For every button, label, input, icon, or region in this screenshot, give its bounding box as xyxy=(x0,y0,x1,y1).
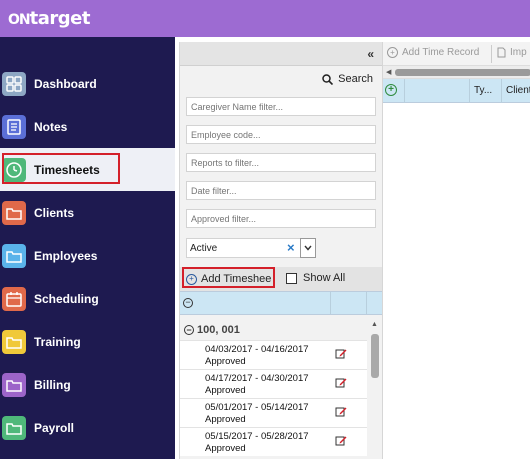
reports-to-filter[interactable] xyxy=(186,153,376,172)
folder-icon xyxy=(2,415,26,440)
logo-text: target xyxy=(29,8,91,29)
show-all-checkbox[interactable] xyxy=(286,272,297,284)
import-label: Imp xyxy=(510,47,527,58)
sidebar-item-label: Scheduling xyxy=(34,291,99,306)
show-all-label: Show All xyxy=(303,272,346,284)
highlight-box-add-timesheet xyxy=(182,267,275,288)
timesheet-list-panel: « Search Active × + Add Timeshee Show Al… xyxy=(179,42,383,459)
scroll-up-icon[interactable]: ▲ xyxy=(371,321,378,328)
collapse-group-icon[interactable]: − xyxy=(184,325,194,335)
panel-toolbar: « xyxy=(180,42,383,66)
grid-header: − xyxy=(180,291,383,315)
sidebar-item-notes[interactable]: Notes xyxy=(0,105,175,148)
vertical-scrollbar[interactable]: ▲ xyxy=(368,318,383,459)
sidebar: Dashboard Notes Timesheets Clients Emplo… xyxy=(0,37,175,459)
sidebar-item-dashboard[interactable]: Dashboard xyxy=(0,62,175,105)
folder-icon xyxy=(2,372,26,397)
horizontal-scrollbar[interactable]: ◀ xyxy=(383,66,530,79)
top-bar: ONtarget xyxy=(0,0,530,37)
sidebar-item-training[interactable]: Training xyxy=(0,320,175,363)
document-icon xyxy=(497,47,506,58)
employee-code-filter[interactable] xyxy=(186,125,376,144)
search-label: Search xyxy=(338,73,373,85)
highlight-box-timesheets xyxy=(2,153,120,184)
status-select[interactable]: Active xyxy=(186,238,315,258)
edit-icon[interactable] xyxy=(335,348,347,360)
edit-icon[interactable] xyxy=(335,406,347,418)
sidebar-item-label: Payroll xyxy=(34,420,75,435)
grid-header-action-cell xyxy=(331,292,367,314)
row-status: Approved xyxy=(205,414,246,425)
sidebar-item-label: Billing xyxy=(34,377,71,392)
status-select-value: Active xyxy=(190,243,218,254)
folder-icon xyxy=(2,200,26,225)
app-logo[interactable]: ONtarget xyxy=(8,8,90,29)
time-records-grid-header: + Ty... Client xyxy=(383,79,530,103)
folder-icon xyxy=(2,243,26,268)
sidebar-item-billing[interactable]: Billing xyxy=(0,363,175,406)
scrollbar-thumb[interactable] xyxy=(371,334,379,378)
edit-icon[interactable] xyxy=(335,377,347,389)
grid-header-expand-cell: − xyxy=(180,292,331,314)
sidebar-item-label: Dashboard xyxy=(34,76,97,91)
time-records-toolbar: + Add Time Record Imp xyxy=(383,42,530,66)
grid-header-add-cell: + xyxy=(383,79,405,103)
row-dates: 05/01/2017 - 05/14/2017 xyxy=(205,402,309,413)
plus-icon: + xyxy=(387,47,398,58)
import-button[interactable]: Imp xyxy=(497,47,527,58)
row-status: Approved xyxy=(205,356,246,367)
collapse-panel-button[interactable]: « xyxy=(367,47,374,61)
notes-icon xyxy=(2,114,26,139)
date-filter[interactable] xyxy=(186,181,376,200)
row-dates: 05/15/2017 - 05/28/2017 xyxy=(205,431,309,442)
grid-header-blank xyxy=(405,79,470,103)
dashboard-icon xyxy=(2,71,26,96)
group-row[interactable]: − 100, 001 xyxy=(180,320,370,340)
column-header-client[interactable]: Client xyxy=(502,79,530,103)
show-all-toggle[interactable]: Show All xyxy=(286,272,345,284)
sidebar-item-payroll[interactable]: Payroll xyxy=(0,406,175,449)
sidebar-item-label: Employees xyxy=(34,248,98,263)
collapse-all-icon[interactable]: − xyxy=(183,297,193,308)
sidebar-item-label: Notes xyxy=(34,119,68,134)
table-row[interactable]: 05/01/2017 - 05/14/2017 Approved xyxy=(180,398,367,427)
toolbar-divider xyxy=(491,45,492,63)
group-label: 100, 001 xyxy=(197,324,240,336)
add-time-record-button[interactable]: + Add Time Record xyxy=(387,47,479,58)
search-icon xyxy=(322,73,334,85)
table-row[interactable]: 05/15/2017 - 05/28/2017 Approved xyxy=(180,427,367,456)
table-row[interactable]: 04/17/2017 - 04/30/2017 Approved xyxy=(180,369,367,398)
clear-selection-icon[interactable]: × xyxy=(287,240,295,255)
folder-icon xyxy=(2,329,26,354)
time-records-panel: + Add Time Record Imp ◀ + Ty... Client xyxy=(382,42,530,459)
scroll-left-icon[interactable]: ◀ xyxy=(386,68,391,76)
sidebar-item-clients[interactable]: Clients xyxy=(0,191,175,234)
approved-filter[interactable] xyxy=(186,209,376,228)
chevron-down-icon xyxy=(304,245,312,251)
row-dates: 04/03/2017 - 04/16/2017 xyxy=(205,344,309,355)
column-header-type[interactable]: Ty... xyxy=(470,79,502,103)
logo-prefix: ON xyxy=(8,12,31,28)
sidebar-item-scheduling[interactable]: Scheduling xyxy=(0,277,175,320)
sidebar-item-label: Clients xyxy=(34,205,75,220)
search-button[interactable]: Search xyxy=(322,73,373,85)
add-time-record-label: Add Time Record xyxy=(402,47,480,58)
row-status: Approved xyxy=(205,385,246,396)
horizontal-scrollbar-thumb[interactable] xyxy=(395,69,530,76)
table-row[interactable]: 04/03/2017 - 04/16/2017 Approved xyxy=(180,340,367,369)
sidebar-item-label: Training xyxy=(34,334,81,349)
add-row-icon[interactable]: + xyxy=(385,84,397,96)
sidebar-item-employees[interactable]: Employees xyxy=(0,234,175,277)
caregiver-name-filter[interactable] xyxy=(186,97,376,116)
row-dates: 04/17/2017 - 04/30/2017 xyxy=(205,373,309,384)
row-status: Approved xyxy=(205,443,246,454)
calendar-icon xyxy=(2,286,26,311)
status-dropdown-button[interactable] xyxy=(300,238,316,258)
edit-icon[interactable] xyxy=(335,435,347,447)
